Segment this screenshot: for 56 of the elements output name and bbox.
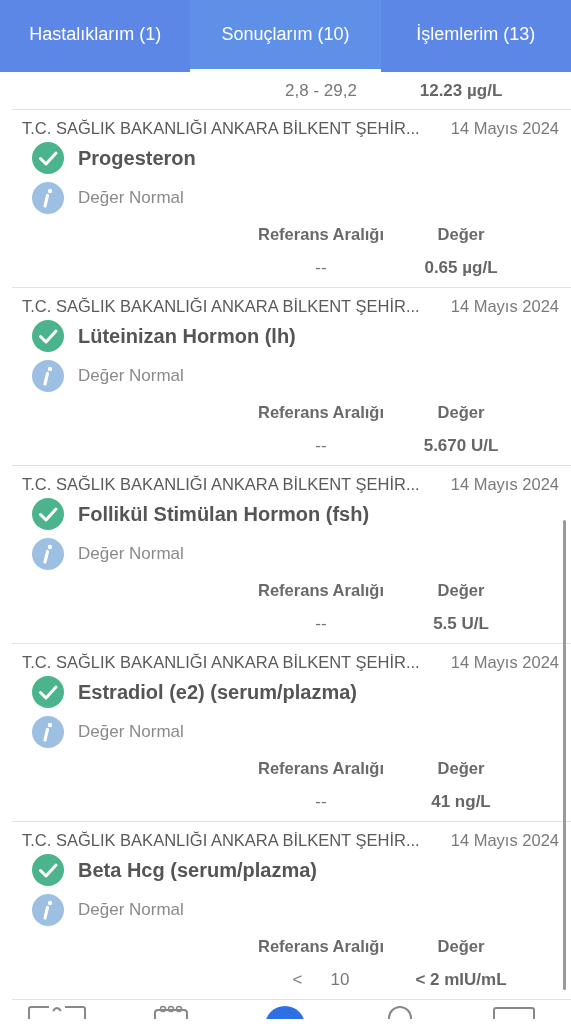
- result-date: 14 Mayıs 2024: [450, 831, 559, 850]
- test-name: Estradiol (e2) (serum/plazma): [78, 680, 357, 704]
- column-header: Değer: [436, 581, 486, 600]
- column-header: Değer: [436, 759, 486, 778]
- check-icon: [32, 854, 64, 886]
- reference-range: --: [315, 435, 327, 456]
- reference-range: --: [315, 791, 327, 812]
- result-value: 12.23 µg/L: [418, 80, 504, 101]
- status-note: Değer Normal: [78, 900, 184, 920]
- lab-source: T.C. SAĞLIK BAKANLIĞI ANKARA BİLKENT ŞEHİR...: [22, 653, 420, 672]
- column-header: Değer: [436, 403, 486, 422]
- check-icon: [32, 142, 64, 174]
- result-value: 5.5 U/L: [432, 613, 490, 634]
- info-icon: [32, 894, 64, 926]
- check-icon: [32, 676, 64, 708]
- column-header: Referans Aralığı: [257, 937, 385, 956]
- column-header: Referans Aralığı: [257, 225, 385, 244]
- reference-range: <: [292, 969, 303, 990]
- info-icon: [32, 538, 64, 570]
- result-date: 14 Mayıs 2024: [450, 297, 559, 316]
- result-value: 0.65 µg/L: [423, 257, 499, 278]
- test-name: Progesteron: [78, 146, 196, 170]
- column-header: Değer: [436, 225, 486, 244]
- test-name: Follikül Stimülan Hormon (fsh): [78, 502, 370, 526]
- lab-source: T.C. SAĞLIK BAKANLIĞI ANKARA BİLKENT ŞEHİR...: [22, 475, 420, 494]
- lab-source: T.C. SAĞLIK BAKANLIĞI ANKARA BİLKENT ŞEHİR...: [22, 831, 420, 850]
- reference-range: 2,8 - 29,2: [285, 80, 357, 101]
- status-note: Değer Normal: [78, 544, 184, 564]
- test-name: Lüteinizan Hormon (lh): [78, 324, 296, 348]
- tab[interactable]: Sonuçlarım (10): [190, 0, 381, 72]
- column-header: Değer: [436, 937, 486, 956]
- result-date: 14 Mayıs 2024: [450, 475, 559, 494]
- result-value: 5.670 U/L: [422, 435, 500, 456]
- test-name: Beta Hcg (serum/plazma): [78, 858, 317, 882]
- status-note: Değer Normal: [78, 366, 184, 386]
- result-value: 41 ng/L: [430, 791, 492, 812]
- result-date: 14 Mayıs 2024: [450, 653, 559, 672]
- status-note: Değer Normal: [78, 722, 184, 742]
- info-icon: [32, 360, 64, 392]
- reference-range: --: [315, 613, 327, 634]
- result-value: < 2 mIU/mL: [414, 969, 508, 990]
- lab-source: T.C. SAĞLIK BAKANLIĞI ANKARA BİLKENT ŞEHİR...: [22, 119, 420, 138]
- reference-range: --: [315, 257, 327, 278]
- tab[interactable]: İşlemlerim (13): [380, 0, 571, 72]
- tab[interactable]: Hastalıklarım (1): [0, 0, 191, 72]
- column-header: Referans Aralığı: [257, 581, 385, 600]
- info-icon: [32, 182, 64, 214]
- status-note: Değer Normal: [78, 188, 184, 208]
- column-header: Referans Aralığı: [257, 403, 385, 422]
- lab-source: T.C. SAĞLIK BAKANLIĞI ANKARA BİLKENT ŞEHİR...: [22, 297, 420, 316]
- info-icon: [32, 716, 64, 748]
- reference-range: 10: [330, 969, 350, 990]
- check-icon: [32, 498, 64, 530]
- check-icon: [32, 320, 64, 352]
- result-date: 14 Mayıs 2024: [450, 119, 559, 138]
- column-header: Referans Aralığı: [257, 759, 385, 778]
